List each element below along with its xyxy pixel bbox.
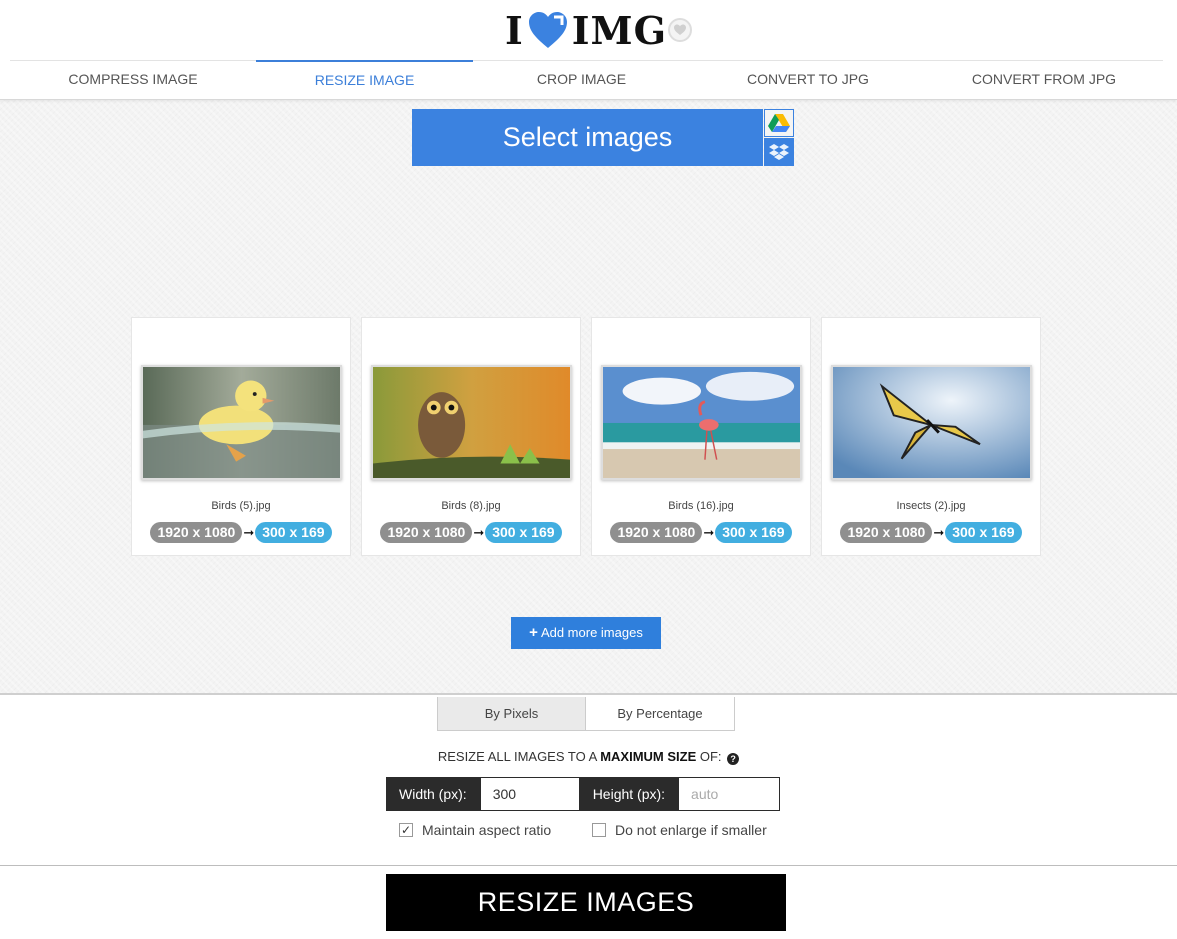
image-thumbnail <box>601 365 802 480</box>
resize-mode-tabs: By Pixels By Percentage <box>437 697 735 731</box>
heart-badge-icon[interactable] <box>668 18 692 42</box>
header: I IMG COMPRESS IMAGE RESIZE IMAGE CROP I… <box>0 0 1177 100</box>
plus-icon: + <box>529 624 538 641</box>
logo[interactable]: I IMG <box>505 7 668 53</box>
image-filename: Birds (5).jpg <box>211 500 271 512</box>
checkbox-unchecked-icon <box>592 823 606 837</box>
tab-by-pixels[interactable]: By Pixels <box>438 697 586 730</box>
help-icon[interactable]: ? <box>727 753 740 765</box>
original-size-badge: 1920 x 1080 <box>610 522 703 543</box>
image-card-4[interactable]: Insects (2).jpg 1920 x 1080 ➞ 300 x 169 <box>821 317 1041 556</box>
select-images-button[interactable]: Select images <box>412 109 763 166</box>
add-more-images-button[interactable]: + Add more images <box>511 617 661 649</box>
image-dimensions: 1920 x 1080 ➞ 300 x 169 <box>362 522 580 543</box>
width-input[interactable] <box>479 777 580 811</box>
arrow-right-icon: ➞ <box>473 524 485 540</box>
image-thumbnail <box>831 365 1032 480</box>
image-filename: Birds (16).jpg <box>668 500 734 512</box>
image-dimensions: 1920 x 1080 ➞ 300 x 169 <box>822 522 1040 543</box>
nav-compress-image[interactable]: COMPRESS IMAGE <box>16 60 250 99</box>
heart-icon <box>528 12 567 48</box>
upload-area: Select images Birds (5).jpg 1920 x 1080 … <box>0 100 1177 695</box>
image-filename: Insects (2).jpg <box>896 500 966 512</box>
new-size-badge: 300 x 169 <box>715 522 792 543</box>
height-label: Height (px): <box>579 777 679 811</box>
new-size-badge: 300 x 169 <box>485 522 562 543</box>
dimension-inputs: Width (px): Height (px): <box>386 777 781 811</box>
image-filename: Birds (8).jpg <box>441 500 501 512</box>
original-size-badge: 1920 x 1080 <box>380 522 473 543</box>
logo-text-right: IMG <box>571 7 668 53</box>
resize-prefix: RESIZE ALL IMAGES TO A <box>437 749 601 764</box>
options-divider <box>0 865 1177 866</box>
google-drive-icon <box>768 114 790 132</box>
add-more-label: Add more images <box>540 625 643 640</box>
new-size-badge: 300 x 169 <box>255 522 332 543</box>
logo-text-left: I <box>505 7 524 53</box>
checkbox-checked-icon: ✓ <box>399 823 413 837</box>
image-thumbnail <box>371 365 572 480</box>
arrow-right-icon: ➞ <box>703 524 715 540</box>
resize-bold: MAXIMUM SIZE <box>600 749 697 764</box>
image-thumbnail <box>141 365 342 480</box>
nav-convert-from-jpg[interactable]: CONVERT FROM JPG <box>926 60 1162 99</box>
image-dimensions: 1920 x 1080 ➞ 300 x 169 <box>592 522 810 543</box>
nav-crop-image[interactable]: CROP IMAGE <box>473 60 690 99</box>
original-size-badge: 1920 x 1080 <box>840 522 933 543</box>
width-label: Width (px): <box>386 777 480 811</box>
original-size-badge: 1920 x 1080 <box>150 522 243 543</box>
height-input[interactable] <box>678 777 781 811</box>
nav-resize-image[interactable]: RESIZE IMAGE <box>256 60 473 99</box>
do-not-enlarge-checkbox[interactable]: Do not enlarge if smaller <box>592 822 767 838</box>
image-card-3[interactable]: Birds (16).jpg 1920 x 1080 ➞ 300 x 169 <box>591 317 811 556</box>
dropbox-icon <box>769 144 789 160</box>
image-card-1[interactable]: Birds (5).jpg 1920 x 1080 ➞ 300 x 169 <box>131 317 351 556</box>
new-size-badge: 300 x 169 <box>945 522 1022 543</box>
dropbox-button[interactable] <box>764 138 794 166</box>
maintain-aspect-label: Maintain aspect ratio <box>422 822 552 838</box>
image-card-2[interactable]: Birds (8).jpg 1920 x 1080 ➞ 300 x 169 <box>361 317 581 556</box>
resize-images-button[interactable]: RESIZE IMAGES <box>386 874 786 931</box>
arrow-right-icon: ➞ <box>933 524 945 540</box>
google-drive-button[interactable] <box>764 109 794 137</box>
tab-by-percentage[interactable]: By Percentage <box>586 697 734 730</box>
image-dimensions: 1920 x 1080 ➞ 300 x 169 <box>132 522 350 543</box>
nav-convert-to-jpg[interactable]: CONVERT TO JPG <box>690 60 926 99</box>
do-not-enlarge-label: Do not enlarge if smaller <box>615 822 767 838</box>
resize-instruction: RESIZE ALL IMAGES TO A MAXIMUM SIZE OF: … <box>0 749 1177 765</box>
maintain-aspect-ratio-checkbox[interactable]: ✓ Maintain aspect ratio <box>399 822 551 838</box>
arrow-right-icon: ➞ <box>243 524 255 540</box>
main-nav: COMPRESS IMAGE RESIZE IMAGE CROP IMAGE C… <box>0 60 1177 99</box>
resize-suffix: OF: <box>696 749 722 764</box>
